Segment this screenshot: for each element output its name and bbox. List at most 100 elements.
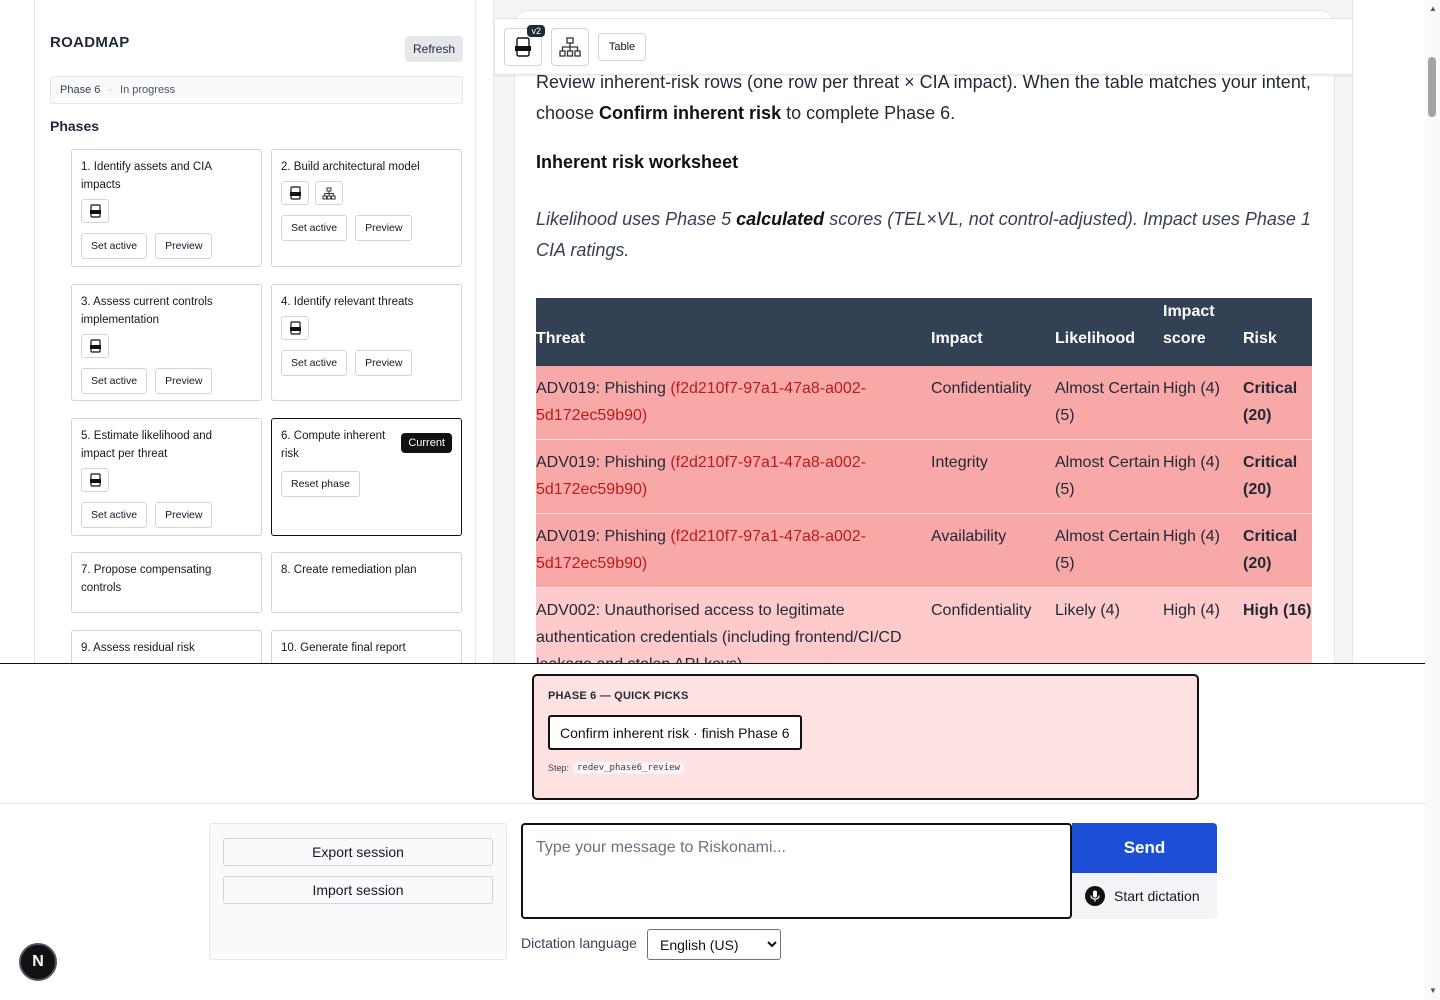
- phase-card-6: 6. Compute inherent risk Current Reset p…: [271, 418, 462, 536]
- json-document-icon[interactable]: [81, 334, 109, 358]
- phase-card-4: 4. Identify relevant threats Set active …: [271, 284, 462, 401]
- json-document-icon[interactable]: [81, 199, 109, 223]
- json-document-icon[interactable]: [281, 316, 309, 340]
- phase-title: 5. Estimate likelihood and impact per th…: [81, 430, 213, 460]
- risk-table: Threat Impact Likelihood Impact score Ri…: [536, 298, 1312, 663]
- phase-title: 8. Create remediation plan: [281, 564, 417, 576]
- current-phase-label: Phase 6: [60, 84, 101, 96]
- phase-title: 3. Assess current controls implementatio…: [81, 296, 213, 326]
- step-value: redev_phase6_review: [573, 762, 684, 774]
- roadmap-title: ROADMAP: [50, 34, 130, 51]
- likelihood-note: Likelihood uses Phase 5 calculated score…: [536, 204, 1316, 266]
- phase-card-8: 8. Create remediation plan: [271, 552, 462, 613]
- set-active-button[interactable]: Set active: [281, 350, 348, 376]
- risk-column-header: Risk: [1243, 298, 1312, 366]
- scroll-up-arrow-icon[interactable]: ▲: [1429, 4, 1437, 13]
- page-scrollbar[interactable]: ▲ ▼: [1425, 0, 1440, 1000]
- table-header-row: Threat Impact Likelihood Impact score Ri…: [536, 298, 1312, 366]
- table-row: ADV019: Phishing (f2d210f7-97a1-47a8-a00…: [536, 366, 1312, 440]
- threat-cell: ADV002: Unauthorised access to legitimat…: [536, 587, 931, 663]
- set-active-button[interactable]: Set active: [281, 215, 348, 241]
- note-bold: calculated: [736, 209, 825, 229]
- microphone-icon: [1085, 886, 1105, 906]
- hierarchy-diagram-icon[interactable]: [315, 181, 343, 205]
- phase-title: 10. Generate final report: [281, 642, 406, 654]
- chat-area: v2 Table Review inherent-risk rows (one …: [493, 0, 1353, 663]
- impact-score-cell: High (4): [1163, 587, 1243, 663]
- separator: ·: [108, 84, 113, 96]
- phase-card-1: 1. Identify assets and CIA impacts Set a…: [71, 149, 262, 267]
- table-view-button[interactable]: Table: [598, 33, 646, 61]
- json-document-icon[interactable]: [81, 468, 109, 492]
- version-badge: v2: [527, 25, 545, 37]
- impact-cell: Confidentiality: [931, 587, 1055, 663]
- json-document-icon[interactable]: [281, 181, 309, 205]
- artifact-toolbar: v2 Table: [494, 18, 1352, 75]
- step-label: Step:: [548, 763, 570, 773]
- scroll-down-arrow-icon[interactable]: ▼: [1429, 986, 1437, 995]
- phase-card-10: 10. Generate final report: [271, 630, 462, 663]
- preview-button[interactable]: Preview: [155, 233, 213, 259]
- threat-name: ADV019: Phishing: [536, 454, 671, 471]
- phase-title: 6. Compute inherent risk: [281, 430, 386, 460]
- likelihood-cell: Almost Certain (5): [1055, 439, 1163, 514]
- dictation-language-label: Dictation language: [521, 935, 637, 951]
- impact-score-cell: High (4): [1163, 513, 1243, 588]
- likelihood-column-header: Likelihood: [1055, 298, 1163, 366]
- phase-title: 9. Assess residual risk: [81, 642, 195, 654]
- preview-button[interactable]: Preview: [155, 502, 213, 528]
- json-document-icon: [515, 37, 531, 57]
- phase-title: 7. Propose compensating controls: [81, 564, 212, 594]
- reset-phase-button[interactable]: Reset phase: [281, 471, 360, 497]
- likelihood-cell: Almost Certain (5): [1055, 513, 1163, 588]
- message-input[interactable]: [521, 823, 1072, 919]
- phase-title: 1. Identify assets and CIA impacts: [81, 161, 212, 191]
- impact-cell: Availability: [931, 513, 1055, 588]
- hierarchy-diagram-icon: [559, 37, 581, 57]
- quick-picks-panel: PHASE 6 — QUICK PICKS Confirm inherent r…: [532, 674, 1199, 800]
- preview-button[interactable]: Preview: [355, 350, 413, 376]
- send-button[interactable]: Send: [1072, 823, 1217, 873]
- impact-cell: Confidentiality: [931, 366, 1055, 440]
- diagram-button[interactable]: [551, 28, 589, 66]
- phase-title: 2. Build architectural model: [281, 161, 420, 173]
- set-active-button[interactable]: Set active: [81, 502, 148, 528]
- dictation-label: Start dictation: [1114, 888, 1200, 904]
- phase-card-7: 7. Propose compensating controls: [71, 552, 262, 613]
- threat-column-header: Threat: [536, 298, 931, 366]
- phase-card-5: 5. Estimate likelihood and impact per th…: [71, 418, 262, 536]
- intro-paragraph: Review inherent-risk rows (one row per t…: [536, 67, 1316, 129]
- impact-cell: Integrity: [931, 439, 1055, 514]
- likelihood-cell: Likely (4): [1055, 587, 1163, 663]
- impact-score-column-header: Impact score: [1163, 298, 1243, 366]
- preview-button[interactable]: Preview: [155, 368, 213, 394]
- start-dictation-button[interactable]: Start dictation: [1072, 873, 1217, 919]
- import-session-button[interactable]: Import session: [223, 876, 493, 904]
- threat-cell: ADV019: Phishing (f2d210f7-97a1-47a8-a00…: [536, 366, 931, 440]
- dictation-language-select[interactable]: English (US): [647, 929, 781, 960]
- phase-status-bar: Phase 6 · In progress: [50, 76, 463, 104]
- next-dev-indicator-icon[interactable]: N: [19, 943, 57, 981]
- threat-cell: ADV019: Phishing (f2d210f7-97a1-47a8-a00…: [536, 513, 931, 588]
- table-row: ADV002: Unauthorised access to legitimat…: [536, 587, 1312, 663]
- phases-heading: Phases: [50, 118, 100, 134]
- table-row: ADV019: Phishing (f2d210f7-97a1-47a8-a00…: [536, 439, 1312, 514]
- phase-title: 4. Identify relevant threats: [281, 296, 414, 308]
- refresh-button[interactable]: Refresh: [405, 36, 463, 62]
- quick-picks-title: PHASE 6 — QUICK PICKS: [548, 690, 689, 702]
- impact-column-header: Impact: [931, 298, 1055, 366]
- set-active-button[interactable]: Set active: [81, 233, 148, 259]
- table-row: ADV019: Phishing (f2d210f7-97a1-47a8-a00…: [536, 513, 1312, 588]
- scrollbar-thumb[interactable]: [1428, 57, 1436, 117]
- confirm-inherent-risk-button[interactable]: Confirm inherent risk · finish Phase 6: [548, 715, 802, 750]
- phase-card-2: 2. Build architectural model Set active …: [271, 149, 462, 267]
- phase-card-3: 3. Assess current controls implementatio…: [71, 284, 262, 401]
- export-session-button[interactable]: Export session: [223, 838, 493, 866]
- set-active-button[interactable]: Set active: [81, 368, 148, 394]
- intro-text-end: to complete Phase 6.: [781, 103, 956, 123]
- preview-button[interactable]: Preview: [355, 215, 413, 241]
- phase-status-text: In progress: [120, 84, 176, 96]
- note-text: Likelihood uses Phase 5: [536, 209, 737, 229]
- json-export-button[interactable]: v2: [504, 25, 545, 66]
- threat-name: ADV019: Phishing: [536, 380, 671, 397]
